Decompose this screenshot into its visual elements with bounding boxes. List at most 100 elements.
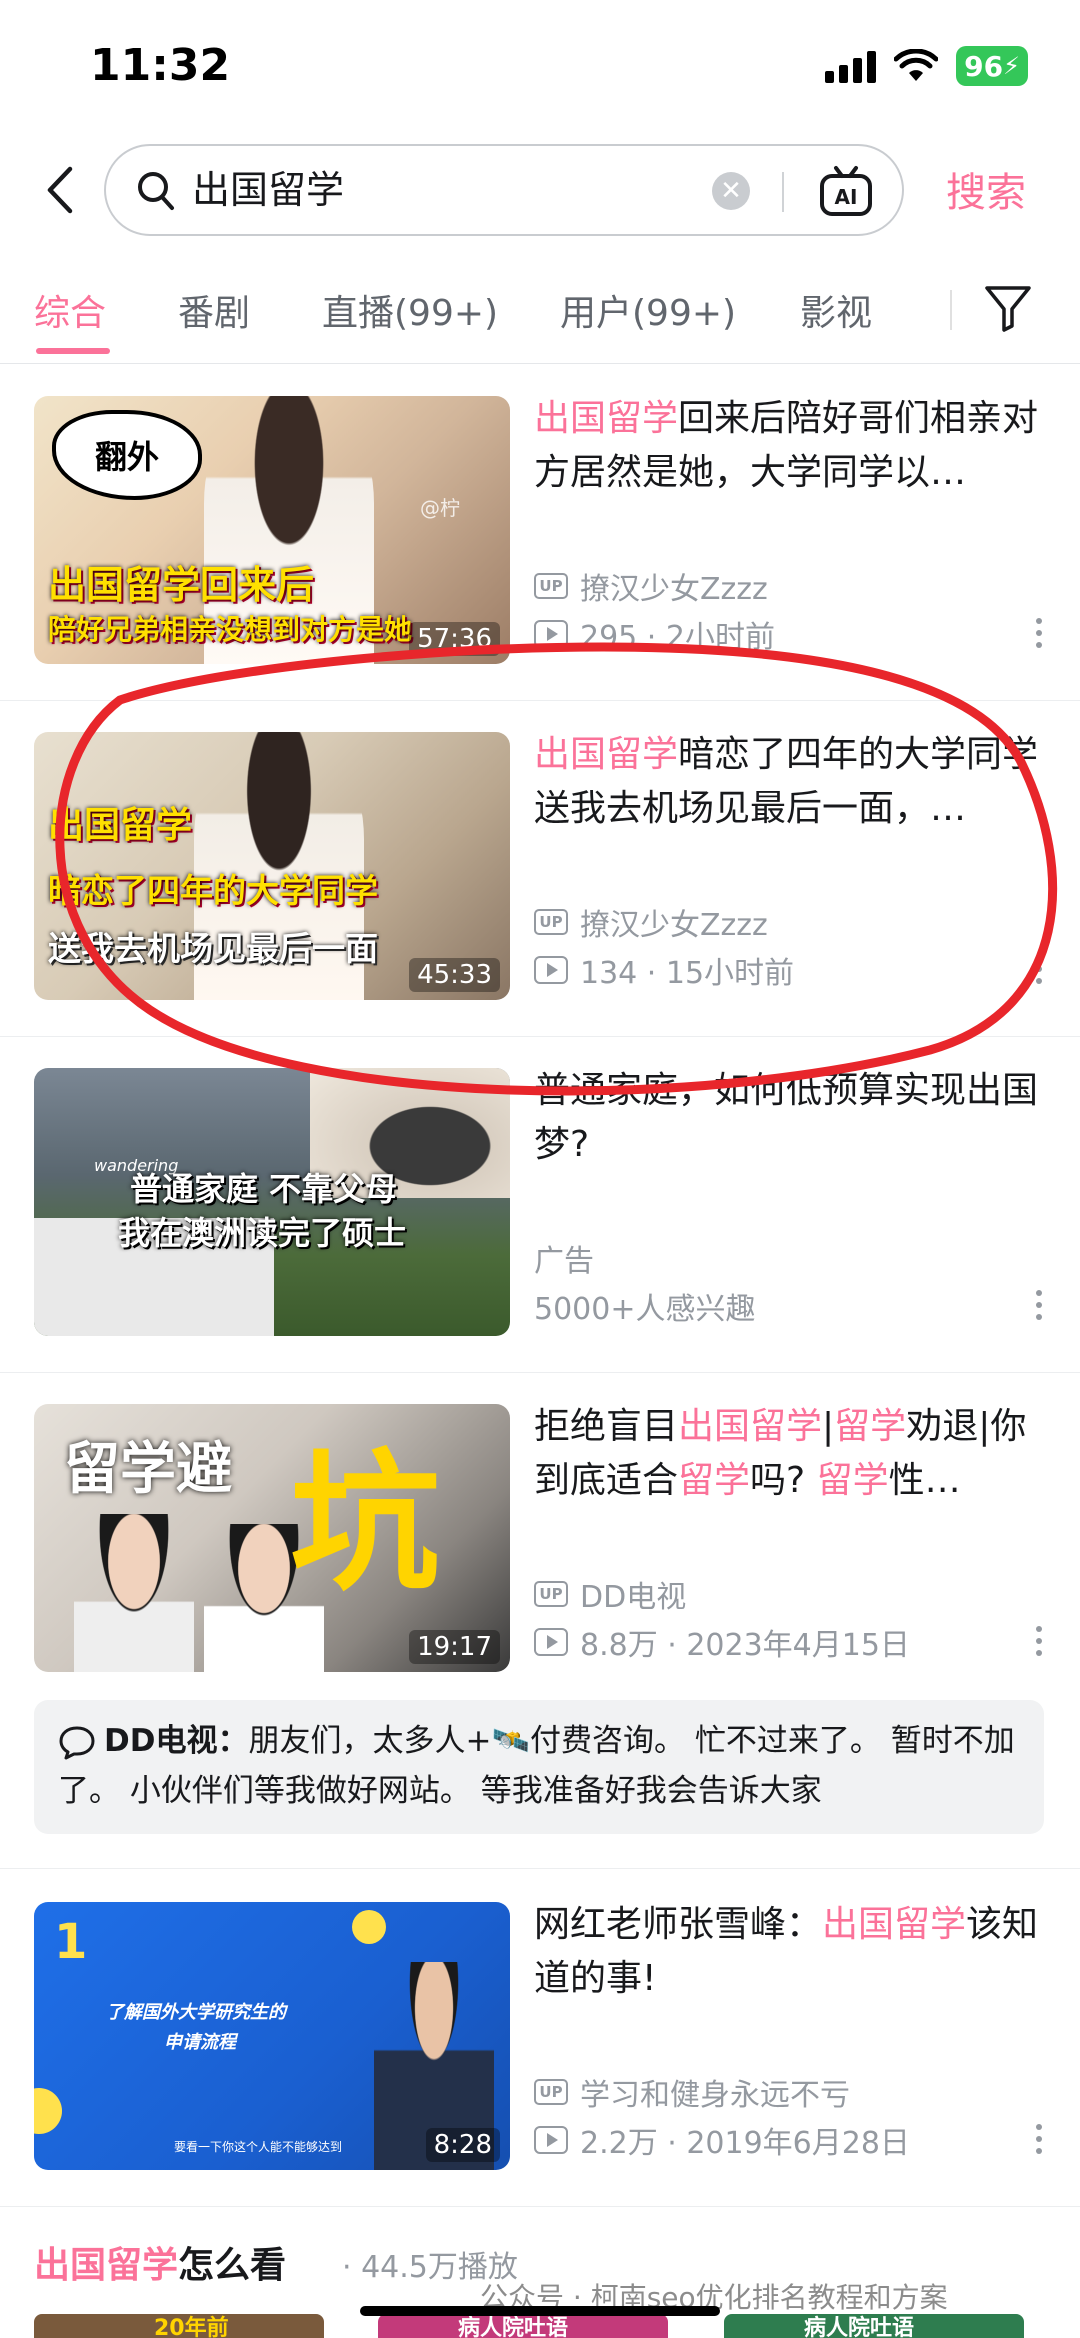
thumbnail-big-character: 坑 bbox=[290, 1437, 441, 1611]
video-duration: 57:36 bbox=[409, 622, 500, 656]
thumbnail-watermark: @柠 bbox=[420, 496, 460, 520]
title-text: 网红老师张雪峰： bbox=[534, 1904, 823, 1945]
video-thumbnail[interactable]: 1 了解国外大学研究生的 申请流程 要看一下你这个人能不能够达到 8:28 bbox=[34, 1902, 510, 2170]
charging-icon: ⚡ bbox=[1003, 52, 1020, 80]
ai-search-icon[interactable]: AI bbox=[818, 164, 874, 220]
tab-film[interactable]: 影视 bbox=[800, 284, 872, 336]
play-count-icon bbox=[534, 956, 568, 984]
video-result[interactable]: 1 了解国外大学研究生的 申请流程 要看一下你这个人能不能够达到 8:28 网红… bbox=[0, 1872, 1080, 2208]
svg-text:AI: AI bbox=[835, 185, 858, 209]
uploader-row[interactable]: UP DD电视 bbox=[534, 1572, 686, 1616]
clear-search-icon[interactable]: ✕ bbox=[712, 172, 750, 210]
search-submit-button[interactable]: 搜索 bbox=[946, 160, 1026, 218]
thumbnail-caption: 留学避 bbox=[64, 1437, 232, 1502]
back-arrow-icon bbox=[47, 166, 73, 214]
more-options-icon[interactable] bbox=[1036, 1626, 1044, 1656]
row-divider bbox=[0, 2206, 1080, 2207]
uploader-row[interactable]: UP 撩汉少女Zzzz bbox=[534, 900, 768, 944]
uploader-name: 学习和健身永远不亏 bbox=[580, 2078, 850, 2113]
strip-thumbnail[interactable]: 20年前 bbox=[34, 2314, 324, 2338]
thumbnail-caption: 陪好兄弟相亲没想到对方是她 bbox=[48, 613, 413, 646]
thumbnail-burst-text: 翻外 bbox=[94, 438, 159, 476]
video-title[interactable]: 出国留学暗恋了四年的大学同学送我去机场见最后一面，… bbox=[534, 728, 1040, 836]
status-time: 11:32 bbox=[90, 40, 231, 91]
thumbnail-person bbox=[74, 1514, 194, 1672]
uploader-name: 撩汉少女Zzzz bbox=[580, 908, 768, 943]
play-count-icon bbox=[534, 1628, 568, 1656]
uploader-name: DD电视 bbox=[580, 1580, 687, 1615]
back-button[interactable] bbox=[30, 160, 90, 220]
battery-indicator: 96 ⚡ bbox=[956, 46, 1028, 86]
comment-author: DD电视： bbox=[104, 1723, 249, 1759]
video-title[interactable]: 拒绝盲目出国留学|留学劝退|你到底适合留学吗? 留学性… bbox=[534, 1400, 1040, 1508]
thumbnail-caption: 出国留学 bbox=[48, 805, 193, 846]
view-count: 8.8万 · 2023年4月15日 bbox=[580, 1628, 910, 1663]
video-thumbnail[interactable]: 留学避 坑 19:17 bbox=[34, 1404, 510, 1672]
video-title[interactable]: 出国留学回来后陪好哥们相亲对方居然是她，大学同学以… bbox=[534, 392, 1040, 500]
battery-level: 96 bbox=[964, 49, 1004, 83]
tab-separator bbox=[950, 290, 952, 330]
video-duration: 8:28 bbox=[425, 2128, 500, 2162]
up-badge-icon: UP bbox=[534, 2079, 568, 2105]
video-duration: 45:33 bbox=[409, 958, 500, 992]
home-indicator[interactable] bbox=[360, 2306, 720, 2316]
title-highlight: 出国留学 bbox=[534, 398, 679, 439]
uploader-row[interactable]: UP 学习和健身永远不亏 bbox=[534, 2070, 850, 2114]
video-thumbnail[interactable]: 出国留学 暗恋了四年的大学同学 送我去机场见最后一面 45:33 bbox=[34, 732, 510, 1000]
video-title[interactable]: 网红老师张雪峰：出国留学该知道的事! bbox=[534, 1898, 1040, 2006]
up-badge-icon: UP bbox=[534, 909, 568, 935]
thumbnail-caption: 送我去机场见最后一面 bbox=[48, 929, 378, 968]
tab-users[interactable]: 用户(99+) bbox=[560, 284, 736, 336]
video-thumbnail[interactable]: 翻外 @柠 出国留学回来后 陪好兄弟相亲没想到对方是她 57:36 bbox=[34, 396, 510, 664]
search-row: ✕ AI 搜索 bbox=[0, 140, 1080, 240]
pinned-comment[interactable]: DD电视：朋友们，太多人+🛰️付费咨询。 忙不过来了。 暂时不加了。 小伙伴们等… bbox=[34, 1700, 1044, 1834]
comment-icon bbox=[59, 1726, 95, 1759]
title-highlight: 留学 bbox=[816, 1460, 889, 1501]
strip-thumbnail[interactable]: 病人院吐语 bbox=[378, 2314, 668, 2338]
video-result[interactable]: 出国留学 暗恋了四年的大学同学 送我去机场见最后一面 45:33 出国留学暗恋了… bbox=[0, 702, 1080, 1038]
thumbnail-subtitle: 要看一下你这个人能不能够达到 bbox=[174, 2140, 343, 2154]
uploader-name: 撩汉少女Zzzz bbox=[580, 572, 768, 607]
more-options-icon[interactable] bbox=[1036, 618, 1044, 648]
more-options-icon[interactable] bbox=[1036, 2124, 1044, 2154]
tab-bangumi[interactable]: 番剧 bbox=[178, 284, 250, 336]
ad-thumbnail[interactable]: wandering 普通家庭 不靠父母 我在澳洲读完了硕士 bbox=[34, 1068, 510, 1336]
strip-thumbnail[interactable]: 病人院吐语 bbox=[724, 2314, 1024, 2338]
more-options-icon[interactable] bbox=[1036, 1290, 1044, 1320]
section-title-text: 怎么看 bbox=[178, 2245, 287, 2286]
row-divider bbox=[0, 1372, 1080, 1373]
up-badge-icon: UP bbox=[534, 1581, 568, 1607]
ad-result[interactable]: wandering 普通家庭 不靠父母 我在澳洲读完了硕士 普通家庭，如何低预算… bbox=[0, 1038, 1080, 1374]
cellular-signal-icon bbox=[825, 49, 877, 83]
uploader-row[interactable]: UP 撩汉少女Zzzz bbox=[534, 564, 768, 608]
ad-title[interactable]: 普通家庭，如何低预算实现出国梦? bbox=[534, 1064, 1040, 1172]
next-thumbnails-strip[interactable]: 20年前 病人院吐语 病人院吐语 bbox=[0, 2314, 1080, 2338]
video-duration: 19:17 bbox=[409, 1630, 500, 1664]
filter-icon[interactable] bbox=[982, 282, 1034, 334]
video-result[interactable]: 翻外 @柠 出国留学回来后 陪好兄弟相亲没想到对方是她 57:36 出国留学回来… bbox=[0, 366, 1080, 702]
related-section-title[interactable]: 出国留学怎么看 bbox=[34, 2236, 286, 2288]
thumbnail-caption: 普通家庭 不靠父母 bbox=[130, 1170, 398, 1208]
tab-all[interactable]: 综合 bbox=[34, 284, 106, 336]
thumbnail-number: 1 bbox=[54, 1914, 88, 1970]
title-text: | bbox=[822, 1406, 835, 1447]
ad-label: 广告 bbox=[534, 1244, 594, 1279]
title-text: 性… bbox=[888, 1460, 961, 1501]
thumbnail-caption: 暗恋了四年的大学同学 bbox=[48, 871, 378, 910]
title-highlight: 留学 bbox=[834, 1406, 907, 1447]
play-count-icon bbox=[534, 620, 568, 648]
thumbnail-dot bbox=[352, 1910, 386, 1944]
play-count-icon bbox=[534, 2126, 568, 2154]
tab-live[interactable]: 直播(99+) bbox=[322, 284, 498, 336]
views-row: 134 · 15小时前 bbox=[534, 948, 794, 992]
views-row: 2.2万 · 2019年6月28日 bbox=[534, 2118, 910, 2162]
row-divider bbox=[0, 700, 1080, 701]
search-input[interactable] bbox=[192, 164, 752, 208]
view-count: 134 · 15小时前 bbox=[580, 956, 795, 991]
title-text: 吗? bbox=[750, 1460, 817, 1501]
more-options-icon[interactable] bbox=[1036, 954, 1044, 984]
views-row: 8.8万 · 2023年4月15日 bbox=[534, 1620, 910, 1664]
video-result[interactable]: 留学避 坑 19:17 拒绝盲目出国留学|留学劝退|你到底适合留学吗? 留学性…… bbox=[0, 1374, 1080, 1710]
search-box[interactable]: ✕ AI bbox=[104, 144, 904, 236]
ad-interest: 5000+人感兴趣 bbox=[534, 1292, 756, 1327]
